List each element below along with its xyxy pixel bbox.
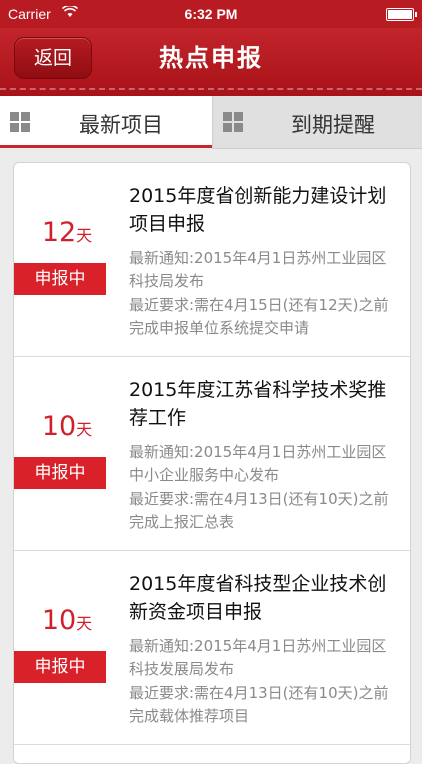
- project-list: 12天 申报中 2015年度省创新能力建设计划项目申报 最新通知:2015年4月…: [13, 162, 411, 764]
- item-requirement: 最近要求:需在4月13日(还有10天)之前完成上报汇总表: [129, 490, 389, 531]
- status-badge: 申报中: [14, 457, 106, 489]
- item-notice: 最新通知:2015年4月1日苏州工业园区科技局发布: [129, 249, 387, 290]
- tab-bar: 最新项目 到期提醒: [0, 96, 422, 149]
- item-notice: 最新通知:2015年4月1日苏州工业园区科技发展局发布: [129, 637, 387, 678]
- tab-latest-projects[interactable]: 最新项目: [0, 96, 212, 148]
- item-notice: 最新通知:2015年4月1日苏州工业园区中小企业服务中心发布: [129, 443, 387, 484]
- days-remaining: 10天: [41, 605, 93, 636]
- status-bar: Carrier 6:32 PM: [0, 0, 422, 28]
- grid-icon: [223, 112, 243, 132]
- item-requirement: 最近要求:需在4月15日(还有12天)之前完成申报单位系统提交申请: [129, 296, 389, 337]
- tab-due-reminders[interactable]: 到期提醒: [212, 96, 422, 149]
- list-item[interactable]: 10天 申报中 2015年度省科技型企业技术创新资金项目申报 最新通知:2015…: [14, 551, 410, 745]
- page-title: 热点申报: [159, 44, 263, 72]
- status-badge: 申报中: [14, 651, 106, 683]
- status-time: 6:32 PM: [184, 6, 238, 22]
- battery-icon: [386, 8, 417, 21]
- item-title: 2015年度省创新能力建设计划项目申报: [129, 185, 387, 235]
- tab-label: 到期提醒: [291, 113, 375, 137]
- tab-label: 最新项目: [79, 113, 163, 137]
- item-title: 2015年度省科技型企业技术创新资金项目申报: [129, 573, 387, 623]
- days-remaining: 10天: [41, 411, 93, 442]
- item-title: 2015年度江苏省科学技术奖推荐工作: [129, 379, 387, 429]
- grid-icon: [10, 112, 30, 132]
- item-requirement: 最近要求:需在4月13日(还有10天)之前完成载体推荐项目: [129, 684, 389, 725]
- days-remaining: 12天: [41, 217, 93, 248]
- list-item[interactable]: 10天 申报中 2015年度江苏省科学技术奖推荐工作 最新通知:2015年4月1…: [14, 357, 410, 551]
- list-item[interactable]: 12天 申报中 2015年度省创新能力建设计划项目申报 最新通知:2015年4月…: [14, 163, 410, 357]
- stitch-divider: [0, 88, 422, 90]
- navigation-bar: 返回 热点申报: [0, 28, 422, 96]
- status-badge: 申报中: [14, 263, 106, 295]
